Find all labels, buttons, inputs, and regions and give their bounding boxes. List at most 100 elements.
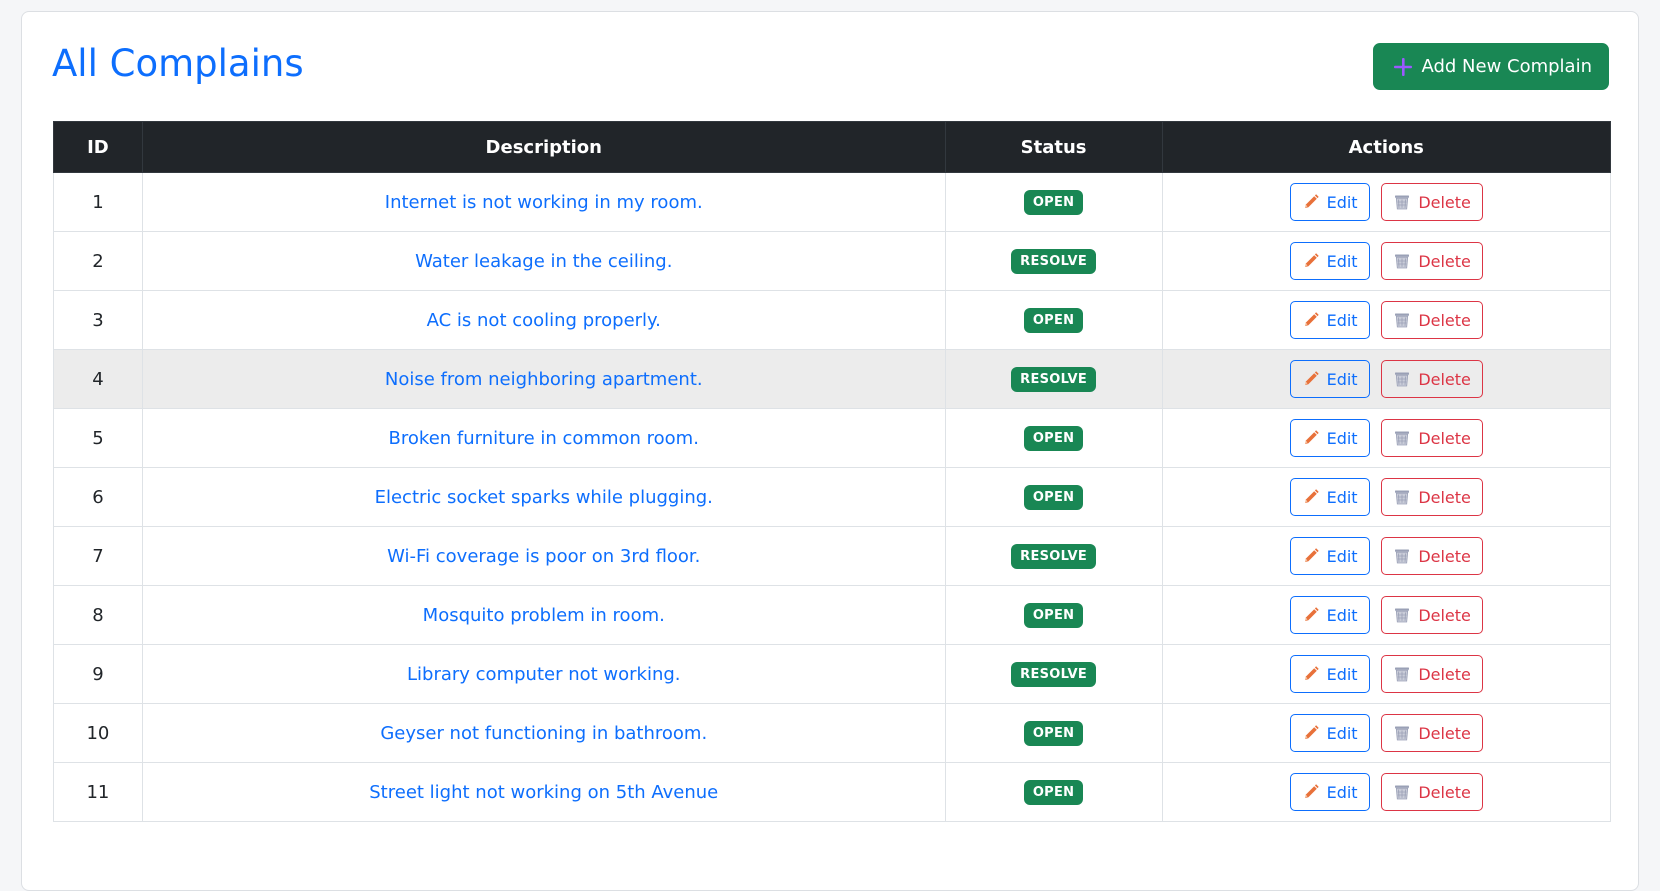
delete-button[interactable]: Delete (1381, 714, 1483, 752)
complain-id-text: 5 (92, 427, 104, 449)
complain-id: 5 (53, 408, 143, 468)
edit-button[interactable]: Edit (1289, 773, 1370, 811)
edit-button[interactable]: Edit (1289, 478, 1370, 516)
complain-id: 2 (53, 231, 143, 291)
table-row: 2 Water leakage in the ceiling. RESOLVE … (53, 231, 1611, 291)
status-badge: RESOLVE (1011, 248, 1096, 274)
table-row: 3 AC is not cooling properly. OPEN Edit (53, 290, 1611, 350)
complain-status-cell: OPEN (944, 467, 1163, 527)
delete-button[interactable]: Delete (1381, 183, 1483, 221)
complain-description-link[interactable]: Water leakage in the ceiling. (415, 251, 672, 272)
complaints-card: All Complains Add New Complain ID Descri… (21, 11, 1639, 891)
trash-icon (1393, 724, 1411, 742)
edit-button[interactable]: Edit (1289, 183, 1370, 221)
table-header-row: ID Description Status Actions (53, 121, 1611, 173)
complain-description-cell: AC is not cooling properly. (141, 290, 946, 350)
page-title: All Complains (52, 42, 304, 85)
edit-button-label: Edit (1326, 546, 1358, 566)
edit-button-label: Edit (1326, 782, 1358, 802)
pencil-icon (1302, 724, 1320, 742)
header-id: ID (53, 121, 143, 173)
status-badge: OPEN (1023, 779, 1084, 805)
delete-button[interactable]: Delete (1381, 478, 1483, 516)
delete-button-label: Delete (1418, 487, 1471, 507)
complain-status-cell: OPEN (944, 585, 1163, 645)
table-row: 10 Geyser not functioning in bathroom. O… (53, 703, 1611, 763)
edit-button-label: Edit (1326, 192, 1358, 212)
complain-description-cell: Mosquito problem in room. (141, 585, 946, 645)
complain-status-cell: OPEN (944, 290, 1163, 350)
complain-status-cell: OPEN (944, 172, 1163, 232)
complain-id-text: 8 (92, 604, 104, 626)
edit-button[interactable]: Edit (1289, 360, 1370, 398)
complain-actions-cell: Edit Delete (1161, 703, 1611, 763)
delete-button[interactable]: Delete (1381, 242, 1483, 280)
complain-actions-cell: Edit Delete (1161, 762, 1611, 822)
table-row: 11 Street light not working on 5th Avenu… (53, 762, 1611, 822)
edit-button-label: Edit (1326, 487, 1358, 507)
complain-actions-cell: Edit Delete (1161, 467, 1611, 527)
complain-description-link[interactable]: Library computer not working. (407, 664, 681, 685)
complain-description-link[interactable]: Internet is not working in my room. (385, 192, 703, 213)
pencil-icon (1302, 665, 1320, 683)
delete-button-label: Delete (1418, 369, 1471, 389)
plus-icon (1392, 56, 1414, 78)
trash-icon (1393, 547, 1411, 565)
edit-button-label: Edit (1326, 428, 1358, 448)
trash-icon (1393, 370, 1411, 388)
pencil-icon (1302, 783, 1320, 801)
table-body: 1 Internet is not working in my room. OP… (53, 172, 1611, 822)
delete-button[interactable]: Delete (1381, 301, 1483, 339)
pencil-icon (1302, 193, 1320, 211)
delete-button[interactable]: Delete (1381, 537, 1483, 575)
complain-description-link[interactable]: Noise from neighboring apartment. (385, 369, 703, 390)
add-new-complain-button[interactable]: Add New Complain (1373, 43, 1609, 90)
complain-id: 6 (53, 467, 143, 527)
complain-description-link[interactable]: Mosquito problem in room. (423, 605, 665, 626)
complain-description-link[interactable]: Wi-Fi coverage is poor on 3rd floor. (387, 546, 700, 567)
complain-id-text: 2 (92, 250, 104, 272)
pencil-icon (1302, 311, 1320, 329)
complain-id-text: 4 (92, 368, 104, 390)
complain-id: 1 (53, 172, 143, 232)
complain-id: 3 (53, 290, 143, 350)
edit-button[interactable]: Edit (1289, 242, 1370, 280)
complain-description-cell: Noise from neighboring apartment. (141, 349, 946, 409)
complain-description-link[interactable]: AC is not cooling properly. (427, 310, 661, 331)
pencil-icon (1302, 429, 1320, 447)
complain-description-link[interactable]: Broken furniture in common room. (389, 428, 699, 449)
edit-button[interactable]: Edit (1289, 419, 1370, 457)
trash-icon (1393, 488, 1411, 506)
complain-id: 9 (53, 644, 143, 704)
edit-button-label: Edit (1326, 664, 1358, 684)
delete-button-label: Delete (1418, 310, 1471, 330)
delete-button[interactable]: Delete (1381, 773, 1483, 811)
edit-button-label: Edit (1326, 723, 1358, 743)
delete-button[interactable]: Delete (1381, 360, 1483, 398)
status-badge: RESOLVE (1011, 366, 1096, 392)
edit-button[interactable]: Edit (1289, 537, 1370, 575)
pencil-icon (1302, 547, 1320, 565)
complain-actions-cell: Edit Delete (1161, 585, 1611, 645)
complain-description-link[interactable]: Street light not working on 5th Avenue (369, 782, 718, 803)
edit-button[interactable]: Edit (1289, 301, 1370, 339)
delete-button[interactable]: Delete (1381, 596, 1483, 634)
delete-button[interactable]: Delete (1381, 655, 1483, 693)
edit-button[interactable]: Edit (1289, 596, 1370, 634)
complain-description-link[interactable]: Geyser not functioning in bathroom. (380, 723, 707, 744)
edit-button[interactable]: Edit (1289, 655, 1370, 693)
complain-description-link[interactable]: Electric socket sparks while plugging. (375, 487, 713, 508)
complain-id-text: 11 (86, 781, 110, 803)
edit-button-label: Edit (1326, 310, 1358, 330)
trash-icon (1393, 783, 1411, 801)
status-badge: OPEN (1023, 602, 1084, 628)
complain-id: 4 (53, 349, 143, 409)
complain-actions-cell: Edit Delete (1161, 644, 1611, 704)
table-row: 7 Wi-Fi coverage is poor on 3rd floor. R… (53, 526, 1611, 586)
pencil-icon (1302, 606, 1320, 624)
complain-description-cell: Street light not working on 5th Avenue (141, 762, 946, 822)
edit-button[interactable]: Edit (1289, 714, 1370, 752)
delete-button[interactable]: Delete (1381, 419, 1483, 457)
complain-description-cell: Geyser not functioning in bathroom. (141, 703, 946, 763)
status-badge: RESOLVE (1011, 661, 1096, 687)
